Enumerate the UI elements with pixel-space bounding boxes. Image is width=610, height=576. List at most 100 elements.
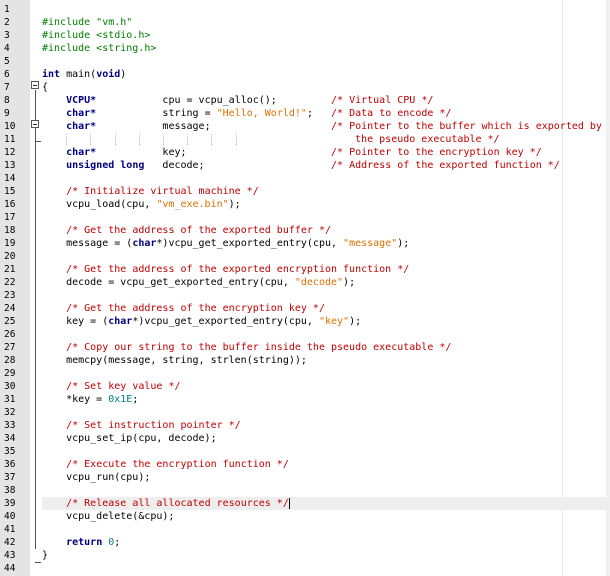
- code-token: return: [66, 537, 103, 548]
- line-number: 15: [4, 186, 16, 197]
- line-number: 40: [4, 511, 16, 522]
- code-line[interactable]: message = (char*)vcpu_get_exported_entry…: [42, 237, 610, 250]
- code-line[interactable]: #include <string.h>: [42, 42, 610, 55]
- code-token: message = (: [42, 238, 133, 249]
- code-token: message;: [96, 121, 332, 132]
- code-line[interactable]: [42, 367, 610, 380]
- line-number: 32: [4, 407, 16, 418]
- code-token: char*: [66, 121, 97, 132]
- line-number: 41: [4, 524, 16, 535]
- code-line[interactable]: return 0;: [42, 536, 610, 549]
- code-line[interactable]: *key = 0x1E;: [42, 393, 610, 406]
- fold-toggle-comment-icon[interactable]: [31, 120, 39, 128]
- code-line[interactable]: /* Set key value */: [42, 380, 610, 393]
- code-token: *)vcpu_get_exported_entry(cpu,: [156, 238, 344, 249]
- code-area[interactable]: #include "vm.h" #include <stdio.h> #includ…: [42, 0, 610, 576]
- code-editor[interactable]: 1 2 3 4 5 6 7 8 9 10 11 12 13 14 15 16 17 18 19 20 21 22 23 24 2…: [0, 0, 610, 576]
- code-line[interactable]: [42, 211, 610, 224]
- code-line[interactable]: /* Copy our string to the buffer inside …: [42, 341, 610, 354]
- code-line[interactable]: /* Get the address of the exported encry…: [42, 263, 610, 276]
- line-number: 13: [4, 160, 16, 171]
- code-token: );: [349, 316, 362, 327]
- code-line[interactable]: char* string = "Hello, World!"; /* Data …: [42, 107, 610, 120]
- indent-guide: [90, 134, 92, 145]
- code-line[interactable]: {: [42, 81, 610, 94]
- code-line[interactable]: [42, 328, 610, 341]
- line-number: 2: [4, 17, 10, 28]
- code-token: /* Get the address of the exported encry…: [66, 264, 410, 275]
- code-line[interactable]: #include "vm.h": [42, 16, 610, 29]
- code-line[interactable]: [42, 55, 610, 68]
- code-token: string =: [96, 108, 217, 119]
- code-token: "vm_exe.bin": [156, 199, 229, 210]
- code-line[interactable]: /* Execute the encryption function */: [42, 458, 610, 471]
- code-line[interactable]: [42, 562, 610, 575]
- code-token: key = (: [42, 316, 109, 327]
- code-line[interactable]: /* Get the address of the exported buffe…: [42, 224, 610, 237]
- code-token: );: [397, 238, 410, 249]
- indent-guide: [187, 134, 189, 145]
- line-number: 23: [4, 290, 16, 301]
- code-token: main(: [60, 69, 97, 80]
- line-number: 1: [4, 4, 10, 15]
- code-line[interactable]: }: [42, 549, 610, 562]
- code-line[interactable]: vcpu_delete(&cpu);: [42, 510, 610, 523]
- code-token: );: [228, 199, 241, 210]
- code-token: /* Pointer to the buffer which is export…: [331, 121, 602, 132]
- code-token: /* Execute the encryption function */: [66, 459, 289, 470]
- code-line[interactable]: char* key; /* Pointer to the encryption …: [42, 146, 610, 159]
- line-number: 33: [4, 420, 16, 431]
- code-token: decode = vcpu_get_exported_entry(cpu,: [42, 277, 295, 288]
- line-number: 36: [4, 459, 16, 470]
- fold-toggle-icon[interactable]: [31, 81, 39, 89]
- code-line[interactable]: [42, 523, 610, 536]
- code-token: #include "vm.h": [42, 17, 133, 28]
- code-line[interactable]: VCPU* cpu = vcpu_alloc(); /* Virtual CPU…: [42, 94, 610, 107]
- code-token: "message": [343, 238, 398, 249]
- line-number: 28: [4, 355, 16, 366]
- code-token: /* Get the address of the encryption key…: [66, 303, 325, 314]
- code-token: /* Address of the exported function */: [331, 160, 560, 171]
- code-line[interactable]: #include <stdio.h>: [42, 29, 610, 42]
- code-line[interactable]: /* Get the address of the encryption key…: [42, 302, 610, 315]
- code-line[interactable]: int main(void): [42, 68, 610, 81]
- code-line[interactable]: /* Initialize virtual machine */: [42, 185, 610, 198]
- code-line[interactable]: /* Set instruction pointer */: [42, 419, 610, 432]
- code-token: char: [132, 238, 157, 249]
- line-number: 20: [4, 251, 16, 262]
- code-line[interactable]: [42, 406, 610, 419]
- code-token: unsigned long: [66, 160, 145, 171]
- code-line[interactable]: /* Release all allocated resources */: [42, 497, 610, 510]
- code-line[interactable]: vcpu_run(cpu);: [42, 471, 610, 484]
- code-line[interactable]: [42, 250, 610, 263]
- code-line[interactable]: vcpu_set_ip(cpu, decode);: [42, 432, 610, 445]
- code-line[interactable]: char* message; /* Pointer to the buffer …: [42, 120, 610, 133]
- code-line[interactable]: unsigned long decode; /* Address of the …: [42, 159, 610, 172]
- fold-end-marker: [35, 141, 41, 142]
- indent-guide: [114, 134, 116, 145]
- line-number: 38: [4, 485, 16, 496]
- code-line[interactable]: [42, 445, 610, 458]
- code-line[interactable]: [42, 3, 610, 16]
- code-line[interactable]: key = (char*)vcpu_get_exported_entry(cpu…: [42, 315, 610, 328]
- code-line[interactable]: decode = vcpu_get_exported_entry(cpu, "d…: [42, 276, 610, 289]
- line-number: 7: [4, 82, 10, 93]
- code-line[interactable]: [42, 172, 610, 185]
- code-line[interactable]: vcpu_load(cpu, "vm_exe.bin");: [42, 198, 610, 211]
- code-token: vcpu_load(cpu,: [42, 199, 157, 210]
- code-line[interactable]: memcpy(message, string, strlen(string));: [42, 354, 610, 367]
- code-token: ;: [132, 394, 139, 405]
- code-line[interactable]: [42, 289, 610, 302]
- code-line[interactable]: [42, 484, 610, 497]
- line-number: 24: [4, 303, 16, 314]
- code-token: char: [108, 316, 133, 327]
